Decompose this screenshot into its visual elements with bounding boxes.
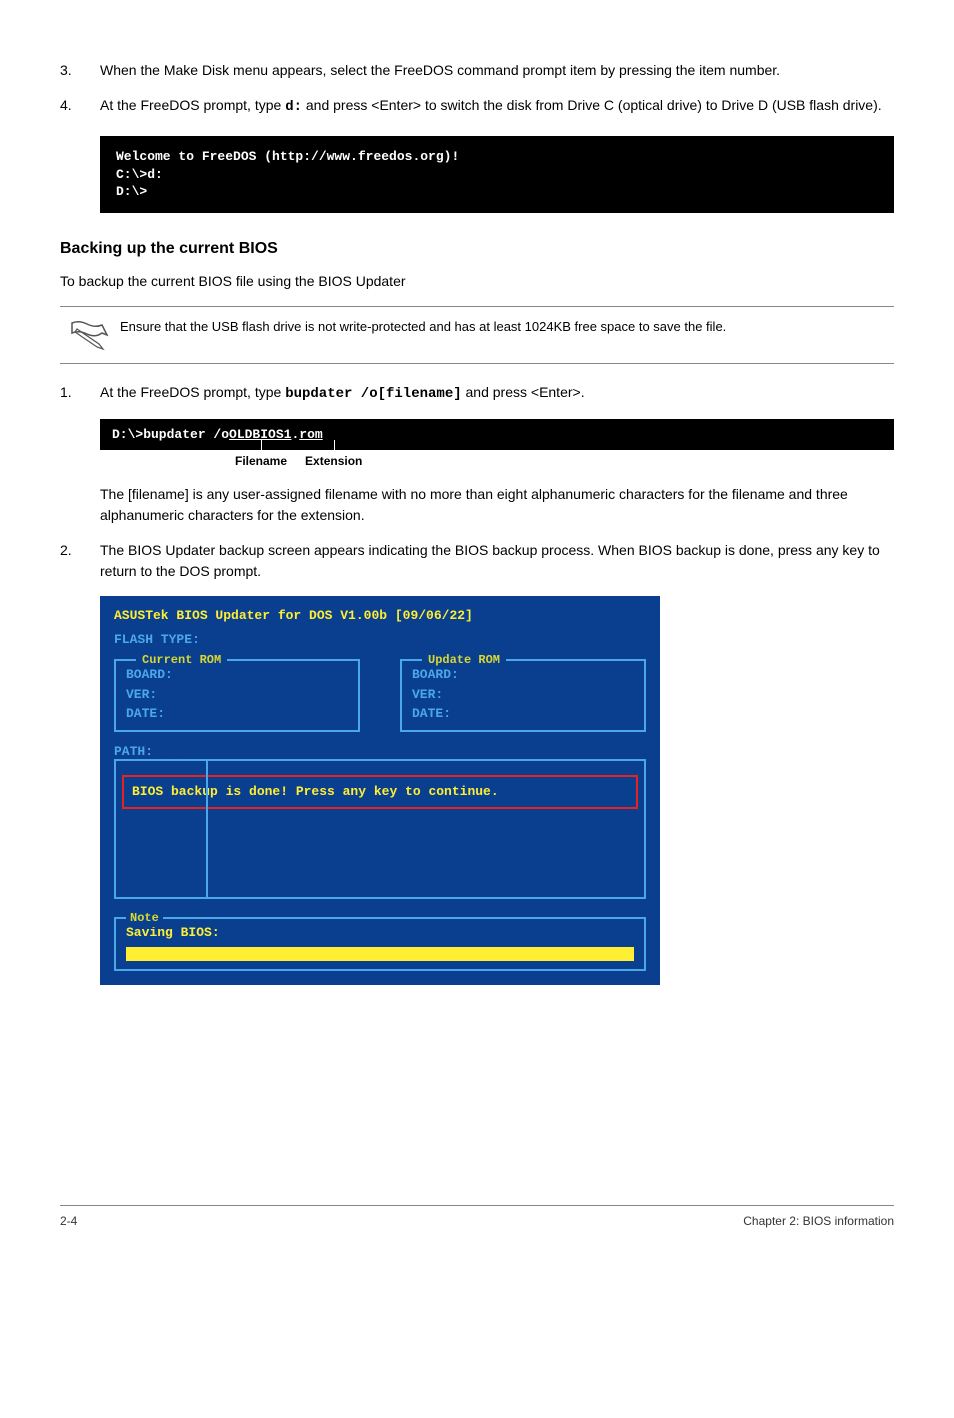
intro-text: To backup the current BIOS file using th…: [60, 271, 894, 292]
bios-note-legend: Note: [126, 909, 163, 927]
code-d-colon: d:: [285, 99, 302, 115]
bios-updater-screen: ASUSTek BIOS Updater for DOS V1.00b [09/…: [100, 596, 660, 985]
progress-bar: [126, 947, 634, 961]
update-rom-legend: Update ROM: [422, 651, 506, 669]
note-pencil-icon: [60, 317, 120, 353]
step2-2-text: The BIOS Updater backup screen appears i…: [100, 540, 894, 582]
step2-2: 2. The BIOS Updater backup screen appear…: [60, 540, 894, 582]
current-rom-legend: Current ROM: [136, 651, 227, 669]
backup-done-msg: BIOS backup is done! Press any key to co…: [122, 775, 638, 809]
step2-1-num: 1.: [60, 382, 100, 405]
step-3-text: When the Make Disk menu appears, select …: [100, 60, 894, 81]
callout-filename: Filename: [235, 452, 287, 470]
step-4-num: 4.: [60, 95, 100, 118]
bios-flashtype: FLASH TYPE: MXIC 25L1605A: [114, 630, 646, 650]
page-number: 2-4: [60, 1212, 77, 1230]
step-3-num: 3.: [60, 60, 100, 81]
terminal-bupdater: D:\>bupdater /oOLDBIOS1.rom: [100, 419, 894, 451]
step2-1-text: At the FreeDOS prompt, type bupdater /o[…: [100, 382, 894, 405]
current-rom-box: Current ROM BOARD: P7Q57-M DO VER: 0205 …: [114, 659, 360, 732]
filename-note-text: The [filename] is any user-assigned file…: [100, 484, 894, 526]
chapter-label: Chapter 2: BIOS information: [743, 1212, 894, 1230]
step-4-text: At the FreeDOS prompt, type d: and press…: [100, 95, 894, 118]
step2-2-num: 2.: [60, 540, 100, 582]
callout-labels: Filename Extension: [100, 452, 894, 470]
terminal-freedos: Welcome to FreeDOS (http://www.freedos.o…: [100, 136, 894, 213]
rom-row: Current ROM BOARD: P7Q57-M DO VER: 0205 …: [114, 653, 646, 732]
file-list-box: BIOS backup is done! Press any key to co…: [114, 759, 646, 899]
heading-backing-up: Backing up the current BIOS: [60, 237, 894, 261]
filename-note: The [filename] is any user-assigned file…: [60, 484, 894, 526]
note-text: Ensure that the USB flash drive is not w…: [120, 317, 894, 337]
file-divider: [206, 761, 208, 897]
step-4: 4. At the FreeDOS prompt, type d: and pr…: [60, 95, 894, 118]
step2-1: 1. At the FreeDOS prompt, type bupdater …: [60, 382, 894, 405]
note-box: Ensure that the USB flash drive is not w…: [60, 306, 894, 364]
page-footer: 2-4 Chapter 2: BIOS information: [60, 1205, 894, 1230]
bios-note-frame: Note Saving BIOS:: [114, 917, 646, 971]
step-3: 3. When the Make Disk menu appears, sele…: [60, 60, 894, 81]
update-rom-box: Update ROM BOARD: Unknown VER: Unknown D…: [400, 659, 646, 732]
ext-underlined: rom: [299, 427, 322, 442]
code-bupdater: bupdater /o[filename]: [285, 386, 461, 402]
saving-bios-label: Saving BIOS:: [126, 923, 634, 943]
bios-title: ASUSTek BIOS Updater for DOS V1.00b [09/…: [114, 606, 646, 630]
callout-extension: Extension: [305, 452, 362, 470]
